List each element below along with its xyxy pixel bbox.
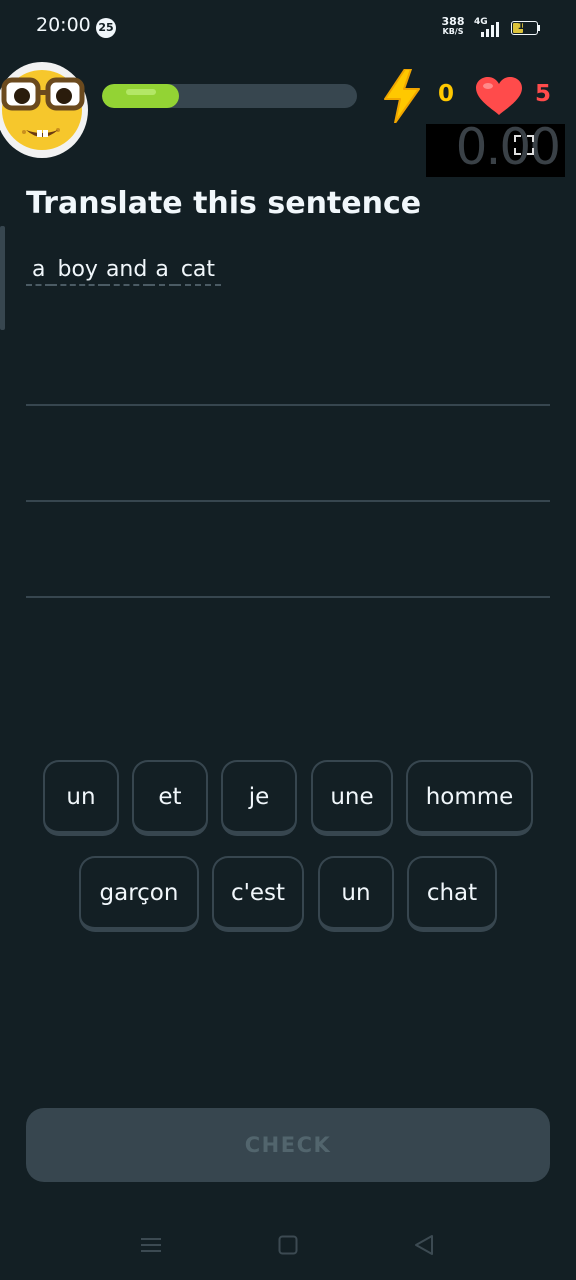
status-time: 20:00 xyxy=(36,14,91,36)
nerd-face-mascot-icon xyxy=(0,62,88,158)
word-chip[interactable]: homme xyxy=(406,760,533,836)
menu-icon[interactable] xyxy=(140,1235,162,1255)
timer-value: 0.00 xyxy=(455,118,561,176)
scrollbar[interactable] xyxy=(0,226,5,330)
network-speed: 388 KB/S xyxy=(436,15,470,37)
check-button[interactable]: CHECK xyxy=(26,1108,550,1182)
answer-line xyxy=(26,404,550,406)
prompt-word[interactable]: and xyxy=(103,256,150,286)
battery-icon: 19 xyxy=(511,21,538,35)
word-chip[interactable]: une xyxy=(311,760,393,836)
word-chip[interactable]: garçon xyxy=(79,856,199,932)
battery-level: 19 xyxy=(517,21,532,32)
home-square-icon[interactable] xyxy=(278,1235,298,1255)
prompt-word[interactable]: a xyxy=(26,256,52,286)
prompt-word[interactable]: cat xyxy=(174,256,222,286)
prompt-word[interactable]: a xyxy=(149,256,175,286)
word-bank-row: garçon c'est un chat xyxy=(0,856,576,938)
hearts-count: 5 xyxy=(535,81,552,107)
streak-count: 0 xyxy=(438,81,455,107)
word-bank-row: un et je une homme xyxy=(0,760,576,842)
back-triangle-icon[interactable] xyxy=(413,1234,435,1256)
answer-line xyxy=(26,596,550,598)
lesson-progress-highlight xyxy=(126,89,156,95)
network-speed-unit: KB/S xyxy=(442,27,464,36)
lesson-progress-fill xyxy=(102,84,179,108)
heart-icon[interactable] xyxy=(474,76,524,116)
word-chip[interactable]: un xyxy=(43,760,119,836)
answer-line xyxy=(26,500,550,502)
lightning-bolt-icon xyxy=(384,69,420,123)
prompt-word[interactable]: boy xyxy=(51,256,104,286)
word-chip[interactable]: chat xyxy=(407,856,497,932)
word-chip[interactable]: c'est xyxy=(212,856,304,932)
notification-count-badge: 25 xyxy=(96,18,116,38)
battery-tip xyxy=(538,25,540,31)
timer-overlay: 0.00 xyxy=(426,118,565,177)
expand-icon[interactable] xyxy=(514,135,534,155)
prompt-sentence: a boy and a cat xyxy=(26,256,222,290)
word-chip[interactable]: un xyxy=(318,856,394,932)
network-speed-value: 388 xyxy=(441,15,465,28)
word-chip[interactable]: et xyxy=(132,760,208,836)
lesson-progress-bar xyxy=(102,84,357,108)
signal-icon xyxy=(481,22,499,37)
word-chip[interactable]: je xyxy=(221,760,297,836)
lesson-title: Translate this sentence xyxy=(26,186,422,221)
